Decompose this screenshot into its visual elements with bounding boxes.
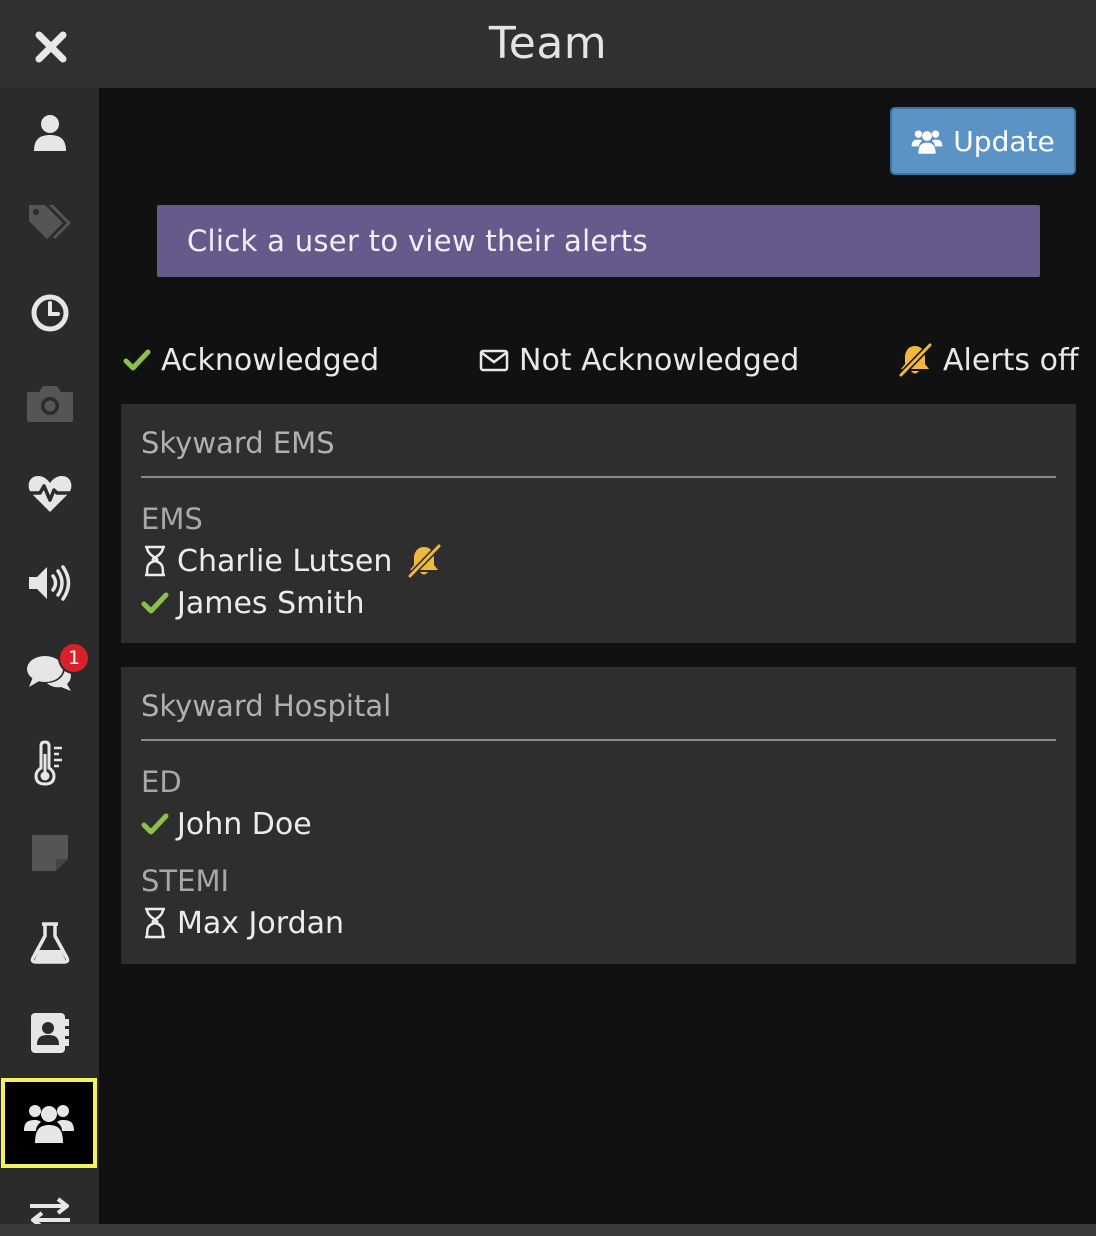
member-name: Max Jordan	[177, 905, 345, 941]
sidebar-item-patient[interactable]	[0, 88, 99, 178]
divider	[141, 739, 1056, 741]
sidebar: 1	[0, 88, 99, 1224]
hourglass-icon	[145, 907, 165, 939]
transfer-icon	[29, 1197, 70, 1224]
sidebar-item-tags[interactable]	[0, 178, 99, 268]
member-john-doe[interactable]: John Doe	[141, 804, 312, 844]
member-max-jordan[interactable]: Max Jordan	[141, 903, 344, 943]
member-name: James Smith	[177, 585, 365, 621]
update-button-label: Update	[953, 124, 1055, 158]
note-icon	[31, 835, 68, 871]
sidebar-item-labs[interactable]	[0, 898, 99, 988]
member-charlie-lutsen[interactable]: Charlie Lutsen	[141, 541, 442, 581]
sidebar-item-chat[interactable]: 1	[0, 628, 99, 718]
check-icon	[123, 349, 151, 371]
contact-book-icon	[30, 1013, 69, 1053]
main-panel: Update Click a user to view their alerts…	[99, 88, 1096, 1224]
user-icon	[33, 115, 66, 151]
sidebar-item-notes[interactable]	[0, 808, 99, 898]
tags-icon	[28, 205, 71, 239]
thermometer-icon	[33, 740, 62, 786]
flask-icon	[30, 922, 69, 964]
group-name: STEMI	[141, 864, 230, 898]
team-card-skyward-ems: Skyward EMS EMS Charlie Lutsen James Smi…	[121, 404, 1076, 643]
team-name: Skyward EMS	[141, 426, 335, 460]
legend-acknowledged: Acknowledged	[123, 340, 379, 380]
team-card-skyward-hospital: Skyward Hospital ED John Doe STEMI Max J…	[121, 667, 1076, 964]
legend-alerts-off: Alerts off	[897, 340, 1079, 380]
group-name: ED	[141, 765, 182, 799]
sidebar-item-audio[interactable]	[0, 538, 99, 628]
sidebar-item-vitals[interactable]	[0, 448, 99, 538]
update-button[interactable]: Update	[890, 107, 1076, 175]
window-bottom-edge	[0, 1224, 1096, 1236]
sidebar-item-timeline[interactable]	[0, 268, 99, 358]
legend-alerts-off-label: Alerts off	[943, 342, 1079, 378]
bell-slash-icon	[408, 544, 442, 578]
sidebar-item-team[interactable]	[1, 1078, 97, 1168]
chat-unread-badge: 1	[58, 642, 90, 674]
hint-banner: Click a user to view their alerts	[157, 205, 1040, 277]
clock-icon	[31, 294, 68, 332]
member-name: John Doe	[177, 806, 312, 842]
camera-icon	[26, 386, 73, 422]
check-icon	[141, 813, 169, 835]
divider	[141, 476, 1056, 478]
group-name: EMS	[141, 502, 203, 536]
team-icon	[24, 1105, 74, 1143]
legend-not-acknowledged: Not Acknowledged	[479, 340, 799, 380]
team-icon	[911, 129, 943, 154]
bell-slash-icon	[898, 343, 933, 377]
sidebar-item-contacts[interactable]	[0, 988, 99, 1078]
hourglass-icon	[145, 545, 165, 577]
legend-not-acknowledged-label: Not Acknowledged	[519, 342, 800, 378]
sidebar-item-temperature[interactable]	[0, 718, 99, 808]
header-bar: Team	[0, 0, 1096, 88]
member-james-smith[interactable]: James Smith	[141, 583, 364, 623]
team-name: Skyward Hospital	[141, 689, 392, 723]
heartbeat-icon	[27, 476, 72, 512]
legend-acknowledged-label: Acknowledged	[161, 342, 380, 378]
sidebar-item-transfer[interactable]	[0, 1170, 99, 1224]
member-name: Charlie Lutsen	[177, 543, 393, 579]
page-title: Team	[488, 18, 608, 69]
envelope-icon	[479, 349, 509, 372]
check-icon	[141, 592, 169, 614]
sidebar-item-camera[interactable]	[0, 358, 99, 448]
volume-icon	[28, 565, 70, 601]
